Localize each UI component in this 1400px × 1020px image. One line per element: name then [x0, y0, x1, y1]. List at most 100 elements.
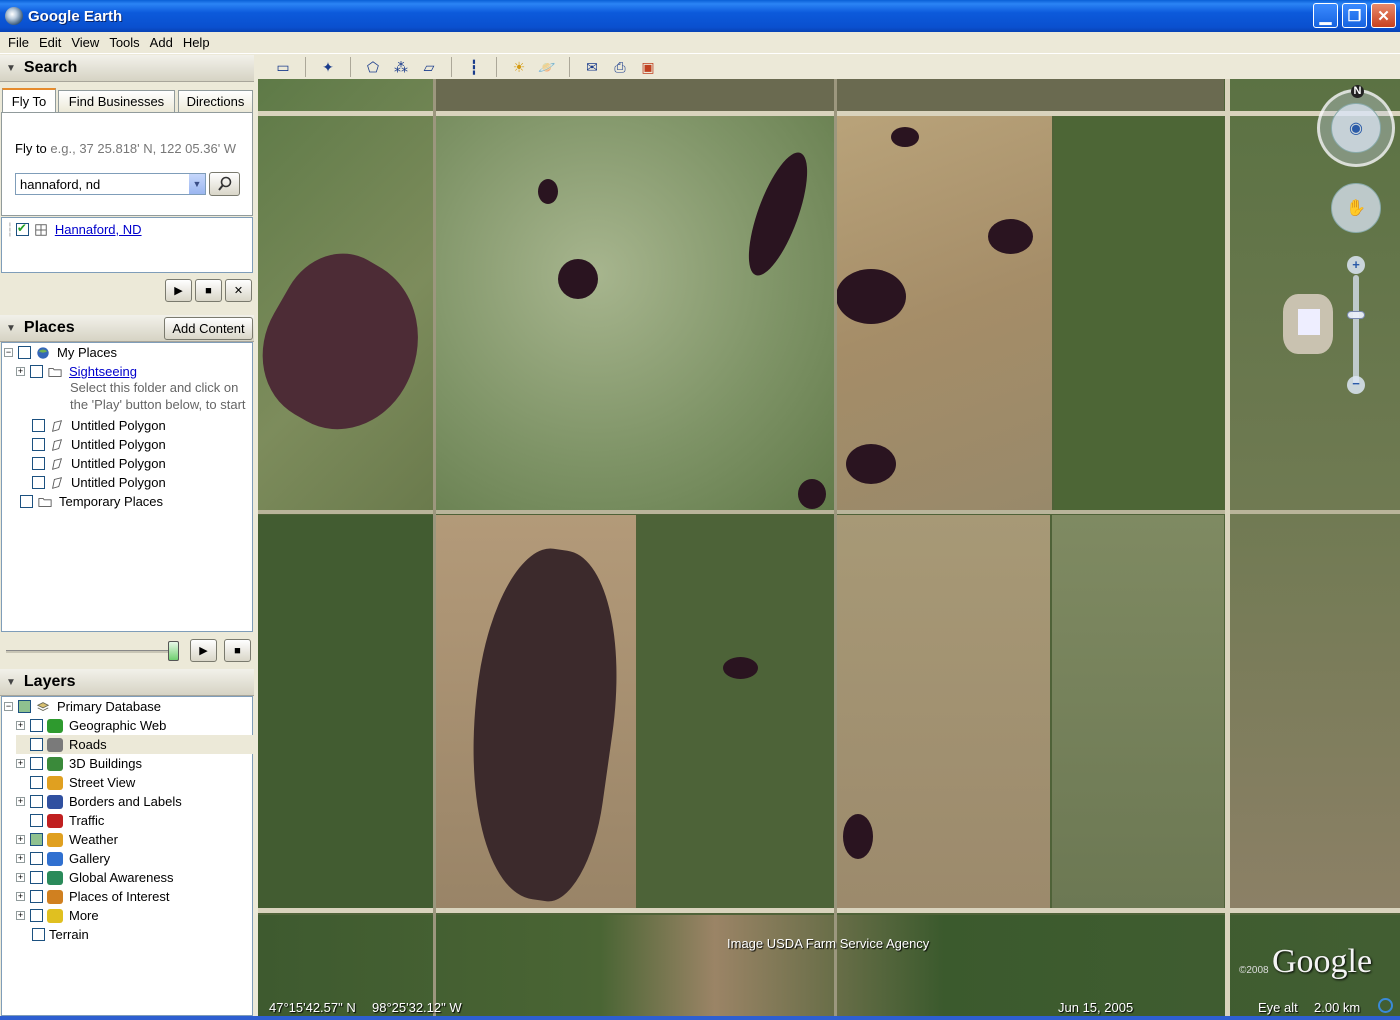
expand-icon[interactable]: +: [16, 835, 25, 844]
checkbox[interactable]: [32, 419, 45, 432]
tree-item-polygon[interactable]: Untitled Polygon: [32, 416, 166, 435]
email-button[interactable]: ✉: [581, 57, 603, 77]
add-polygon-button[interactable]: ⬠: [362, 57, 384, 77]
search-panel-header[interactable]: ▼ Search: [0, 55, 254, 82]
tree-item-my-places[interactable]: − My Places: [4, 343, 117, 362]
tab-directions[interactable]: Directions: [178, 90, 253, 112]
ruler-button[interactable]: ┇: [463, 57, 485, 77]
minimize-button[interactable]: ▁: [1313, 3, 1338, 28]
tree-item-polygon[interactable]: Untitled Polygon: [32, 473, 166, 492]
checkbox[interactable]: [32, 928, 45, 941]
expand-icon[interactable]: +: [16, 873, 25, 882]
search-result-item[interactable]: ┆ Hannaford, ND: [6, 220, 142, 239]
result-checkbox[interactable]: [15, 221, 29, 236]
map-view[interactable]: Image USDA Farm Service Agency ©2008 Goo…: [258, 79, 1400, 1016]
checkbox[interactable]: [18, 700, 31, 713]
layer-item[interactable]: Traffic: [16, 811, 104, 830]
play-button[interactable]: ▶: [165, 279, 192, 302]
checkbox[interactable]: [32, 457, 45, 470]
layer-primary-database[interactable]: − Primary Database: [4, 697, 161, 716]
layer-item[interactable]: + Places of Interest: [16, 887, 169, 906]
tree-link[interactable]: Sightseeing: [69, 364, 137, 379]
sunlight-button[interactable]: ☀: [508, 57, 530, 77]
checkbox[interactable]: [30, 814, 43, 827]
search-button[interactable]: [209, 172, 240, 196]
checkbox[interactable]: [30, 757, 43, 770]
menu-add[interactable]: Add: [145, 35, 178, 50]
view-in-maps-button[interactable]: ▣: [637, 57, 659, 77]
checkbox[interactable]: [30, 890, 43, 903]
checkbox[interactable]: [30, 833, 43, 846]
expand-icon[interactable]: +: [16, 911, 25, 920]
expand-icon[interactable]: +: [16, 367, 25, 376]
layer-item[interactable]: + More: [16, 906, 99, 925]
checkbox[interactable]: [30, 738, 43, 751]
layer-item[interactable]: + Global Awareness: [16, 868, 174, 887]
menu-edit[interactable]: Edit: [34, 35, 66, 50]
layer-item[interactable]: Roads: [16, 735, 254, 754]
sidebar-toggle-button[interactable]: ▭: [272, 57, 294, 77]
menu-view[interactable]: View: [66, 35, 104, 50]
add-placemark-button[interactable]: ✦: [317, 57, 339, 77]
layer-item[interactable]: + Borders and Labels: [16, 792, 182, 811]
tour-slider-handle[interactable]: [168, 641, 179, 661]
menu-file[interactable]: File: [3, 35, 34, 50]
add-content-button[interactable]: Add Content: [164, 317, 253, 340]
checkbox[interactable]: [30, 909, 43, 922]
checkbox[interactable]: [20, 495, 33, 508]
tree-item-polygon[interactable]: Untitled Polygon: [32, 454, 166, 473]
search-result-link[interactable]: Hannaford, ND: [55, 222, 142, 237]
layer-item[interactable]: +3D Buildings: [16, 754, 142, 773]
collapse-triangle-icon[interactable]: ▼: [6, 677, 16, 688]
checkbox[interactable]: [32, 438, 45, 451]
print-button[interactable]: ⎙: [609, 57, 631, 77]
tab-fly-to[interactable]: Fly To: [2, 88, 56, 113]
add-path-button[interactable]: ⁂: [390, 57, 412, 77]
places-play-button[interactable]: ▶: [190, 639, 217, 662]
zoom-slider-thumb[interactable]: [1347, 310, 1365, 319]
zoom-in-button[interactable]: +: [1347, 256, 1365, 274]
expand-icon[interactable]: +: [16, 721, 25, 730]
maximize-button[interactable]: ❐: [1342, 3, 1367, 28]
collapse-triangle-icon[interactable]: ▼: [6, 63, 16, 74]
checkbox[interactable]: [30, 852, 43, 865]
expand-icon[interactable]: +: [16, 854, 25, 863]
zoom-slider-track[interactable]: [1353, 275, 1359, 385]
tree-item-polygon[interactable]: Untitled Polygon: [32, 435, 166, 454]
expand-icon[interactable]: +: [16, 759, 25, 768]
clear-button[interactable]: ✕: [225, 279, 252, 302]
sky-button[interactable]: 🪐: [536, 57, 558, 77]
zoom-out-button[interactable]: −: [1347, 376, 1365, 394]
checkbox[interactable]: [18, 346, 31, 359]
layer-item[interactable]: + Gallery: [16, 849, 110, 868]
checkbox[interactable]: [30, 365, 43, 378]
chevron-down-icon[interactable]: ▼: [189, 174, 205, 194]
layer-terrain[interactable]: Terrain: [32, 925, 89, 944]
collapse-icon[interactable]: −: [4, 702, 13, 711]
collapse-icon[interactable]: −: [4, 348, 13, 357]
close-button[interactable]: ✕: [1371, 3, 1396, 28]
menu-help[interactable]: Help: [178, 35, 215, 50]
menu-tools[interactable]: Tools: [104, 35, 144, 50]
expand-icon[interactable]: +: [16, 892, 25, 901]
look-joystick[interactable]: ◉: [1331, 103, 1381, 153]
add-overlay-button[interactable]: ▱: [418, 57, 440, 77]
expand-icon[interactable]: +: [16, 797, 25, 806]
checkbox[interactable]: [30, 871, 43, 884]
checkbox[interactable]: [30, 776, 43, 789]
checkbox[interactable]: [30, 795, 43, 808]
layer-item[interactable]: + Weather: [16, 830, 118, 849]
collapse-triangle-icon[interactable]: ▼: [6, 323, 16, 334]
places-stop-button[interactable]: ■: [224, 639, 251, 662]
tour-slider[interactable]: [6, 650, 178, 653]
tree-item-temporary-places[interactable]: Temporary Places: [20, 492, 163, 511]
stop-button[interactable]: ■: [195, 279, 222, 302]
layer-item[interactable]: Street View: [16, 773, 135, 792]
move-joystick[interactable]: ✋: [1331, 183, 1381, 233]
checkbox[interactable]: [30, 719, 43, 732]
checkbox[interactable]: [32, 476, 45, 489]
tab-find-businesses[interactable]: Find Businesses: [58, 90, 175, 112]
layers-panel-header[interactable]: ▼ Layers: [0, 669, 254, 696]
layer-item[interactable]: + Geographic Web: [16, 716, 166, 735]
search-input[interactable]: hannaford, nd ▼: [15, 173, 206, 195]
